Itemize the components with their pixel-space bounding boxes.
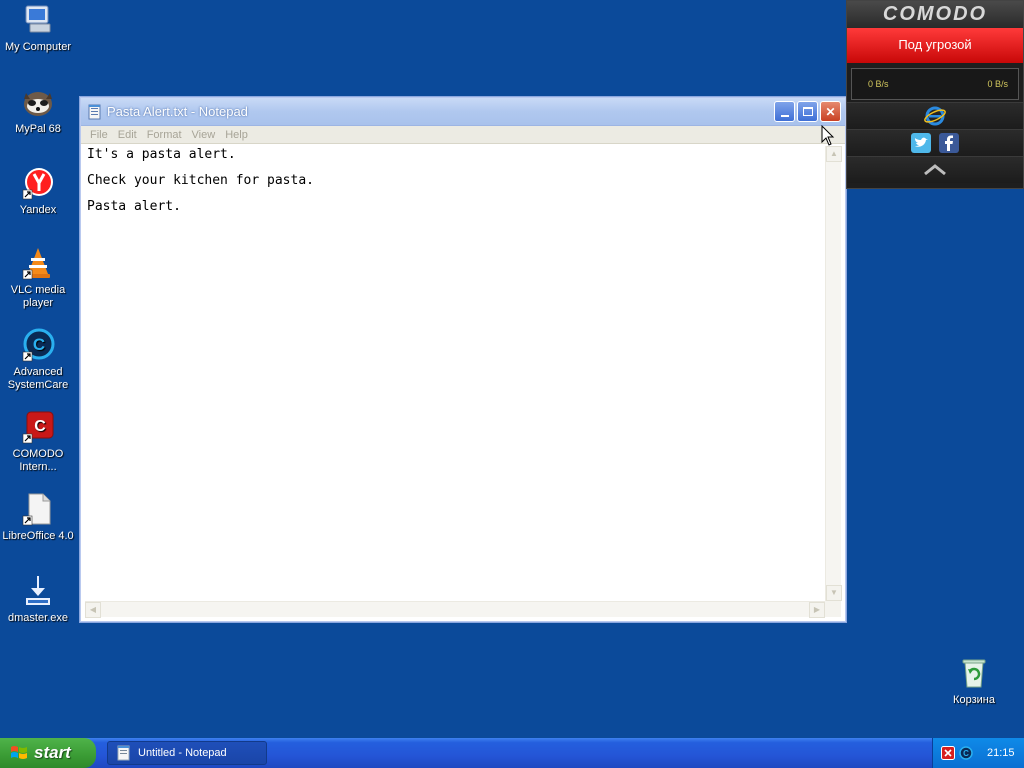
comodo-internet-security-icon: C: [21, 410, 55, 444]
libreoffice-icon: [21, 492, 55, 526]
desktop-icon-advanced-systemcare[interactable]: C Advanced SystemCare: [0, 328, 76, 392]
horizontal-scrollbar[interactable]: ◀ ▶: [85, 601, 825, 618]
text-line: Pasta alert.: [87, 199, 181, 214]
text-line: Check your kitchen for pasta.: [87, 173, 314, 188]
desktop-icon-label: COMODO Intern...: [12, 448, 64, 473]
traffic-meter: 0 B/s 0 B/s: [851, 68, 1019, 100]
chevron-up-icon[interactable]: [921, 163, 949, 177]
menu-bar: File Edit Format View Help: [81, 126, 845, 144]
title-bar[interactable]: Pasta Alert.txt - Notepad ✕: [81, 98, 845, 126]
desktop-icon-label: VLC media player: [10, 284, 66, 309]
close-button[interactable]: ✕: [820, 101, 841, 122]
menu-format[interactable]: Format: [147, 129, 182, 141]
close-icon: ✕: [825, 104, 836, 119]
comodo-widget: COMODO Под угрозой 0 B/s 0 B/s: [846, 0, 1024, 189]
system-tray: C 21:15: [932, 738, 1024, 768]
text-line: It's a pasta alert.: [87, 147, 236, 162]
mypal-icon: [21, 85, 55, 119]
maximize-icon: [802, 107, 813, 116]
notepad-icon: [117, 745, 130, 761]
svg-text:C: C: [34, 418, 46, 435]
clock: 21:15: [987, 747, 1015, 759]
minimize-button[interactable]: [774, 101, 795, 122]
comodo-logo: COMODO: [847, 1, 1023, 28]
taskbar-item-label: Untitled - Notepad: [138, 747, 227, 759]
desktop-icon-vlc[interactable]: VLC media player: [0, 246, 76, 310]
menu-edit[interactable]: Edit: [118, 129, 137, 141]
desktop-icon-libreoffice[interactable]: LibreOffice 4.0: [0, 492, 76, 543]
desktop-icon-label: My Computer: [4, 41, 72, 53]
facebook-icon[interactable]: [938, 132, 960, 154]
download-icon: [21, 574, 55, 608]
twitter-icon[interactable]: [910, 132, 932, 154]
desktop: My Computer MyPal 68 Yandex VLC media pl…: [0, 0, 1024, 738]
desktop-icon-label: Advanced SystemCare: [7, 366, 69, 391]
my-computer-icon: [21, 3, 55, 37]
recycle-bin-icon: [957, 656, 991, 690]
minimize-icon: [780, 114, 789, 117]
taskbar: start Untitled - Notepad C 21:15: [0, 738, 1024, 768]
desktop-icon-dmaster[interactable]: dmaster.exe: [0, 574, 76, 625]
vlc-icon: [21, 246, 55, 280]
desktop-icon-my-computer[interactable]: My Computer: [0, 3, 76, 54]
download-speed: 0 B/s: [868, 79, 889, 89]
comodo-tray-icon[interactable]: [941, 746, 955, 760]
advanced-systemcare-icon: C: [21, 328, 55, 362]
svg-text:C: C: [33, 335, 45, 354]
start-label: start: [34, 743, 71, 762]
taskbar-item-notepad[interactable]: Untitled - Notepad: [107, 741, 267, 765]
text-editor[interactable]: It's a pasta alert. Check your kitchen f…: [85, 146, 825, 601]
yandex-icon: [21, 166, 55, 200]
vertical-scrollbar[interactable]: ▲ ▼: [825, 146, 842, 601]
upload-speed: 0 B/s: [987, 79, 1008, 89]
maximize-button[interactable]: [797, 101, 818, 122]
desktop-icon-label: LibreOffice 4.0: [2, 530, 74, 542]
start-button[interactable]: start: [0, 738, 96, 768]
window-title: Pasta Alert.txt - Notepad: [107, 104, 248, 119]
desktop-icon-recycle-bin[interactable]: Корзина: [936, 656, 1012, 707]
advanced-systemcare-tray-icon[interactable]: C: [959, 746, 973, 760]
menu-view[interactable]: View: [192, 129, 216, 141]
windows-logo-icon: [11, 746, 27, 759]
menu-file[interactable]: File: [90, 129, 108, 141]
scroll-left-button[interactable]: ◀: [85, 602, 101, 618]
desktop-icon-yandex[interactable]: Yandex: [0, 166, 76, 217]
scroll-down-button[interactable]: ▼: [826, 585, 842, 601]
desktop-icon-label: Корзина: [953, 694, 995, 706]
notepad-window[interactable]: Pasta Alert.txt - Notepad ✕ File Edit Fo…: [80, 97, 846, 622]
social-row: [847, 129, 1023, 156]
desktop-icon-label: MyPal 68: [15, 123, 61, 135]
desktop-icon-label: dmaster.exe: [8, 612, 68, 624]
svg-text:C: C: [963, 749, 969, 758]
notepad-icon: [88, 104, 101, 119]
scroll-right-button[interactable]: ▶: [809, 602, 825, 618]
security-status-button[interactable]: Под угрозой: [847, 28, 1023, 63]
browser-row: [847, 102, 1023, 129]
desktop-icon-comodo[interactable]: C COMODO Intern...: [0, 410, 76, 474]
internet-explorer-icon[interactable]: [924, 105, 946, 127]
menu-help[interactable]: Help: [225, 129, 248, 141]
mouse-cursor-icon: [821, 125, 835, 146]
collapse-row: [847, 156, 1023, 183]
desktop-icon-mypal[interactable]: MyPal 68: [0, 85, 76, 136]
desktop-icon-label: Yandex: [19, 204, 57, 216]
resize-grip[interactable]: [825, 601, 841, 617]
scroll-up-button[interactable]: ▲: [826, 146, 842, 162]
